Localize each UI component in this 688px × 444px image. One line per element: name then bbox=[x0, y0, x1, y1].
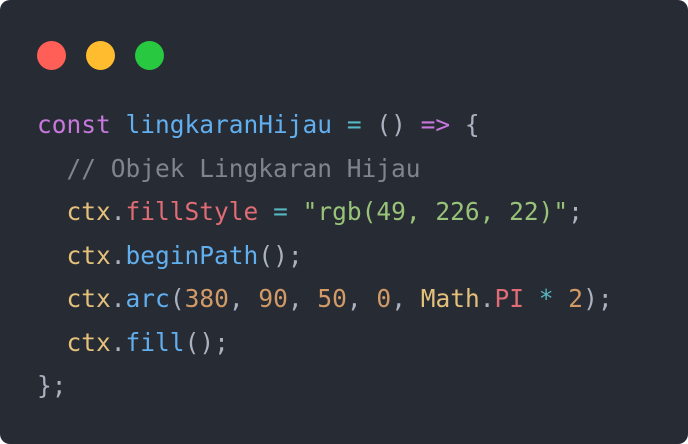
code-token: ctx bbox=[66, 240, 111, 270]
code-token: . bbox=[110, 240, 126, 270]
code-token: PI bbox=[494, 284, 524, 313]
code-line: // Objek Lingkaran Hijau bbox=[37, 147, 613, 191]
code-token: arc bbox=[125, 284, 170, 313]
code-line: }; bbox=[37, 364, 613, 408]
code-token: . bbox=[110, 284, 126, 313]
code-line: ctx.arc(380, 90, 50, 0, Math.PI * 2); bbox=[37, 277, 613, 321]
code-token: 380 bbox=[184, 284, 229, 313]
code-block: const lingkaranHijau = () => { // Objek … bbox=[37, 103, 613, 408]
code-token: 90 bbox=[258, 284, 288, 313]
code-token: 50 bbox=[317, 284, 347, 313]
code-token: . bbox=[479, 284, 495, 313]
close-dot-icon[interactable] bbox=[37, 41, 66, 70]
code-token: = bbox=[346, 110, 362, 139]
code-token: { bbox=[450, 110, 480, 139]
code-token: => bbox=[420, 110, 451, 139]
code-line: const lingkaranHijau = () => { bbox=[37, 103, 613, 147]
code-token: (); bbox=[184, 327, 229, 357]
code-token: = bbox=[273, 197, 288, 226]
code-token: lingkaranHijau bbox=[125, 110, 333, 139]
code-token: ctx bbox=[66, 197, 111, 226]
code-token: () bbox=[361, 110, 421, 139]
code-line: ctx.beginPath(); bbox=[37, 234, 613, 278]
code-token: ; bbox=[568, 197, 583, 226]
code-token: fill bbox=[125, 327, 185, 357]
code-token: 2 bbox=[568, 284, 584, 313]
window-controls bbox=[37, 41, 164, 70]
minimize-dot-icon[interactable] bbox=[86, 41, 115, 70]
code-token: "rgb(49, 226, 22)" bbox=[302, 197, 569, 226]
code-token: , bbox=[391, 284, 421, 313]
code-token: ); bbox=[583, 284, 613, 313]
code-line: ctx.fill(); bbox=[37, 321, 613, 365]
code-token: . bbox=[110, 197, 126, 226]
code-token: , bbox=[228, 284, 259, 313]
code-token: ( bbox=[169, 284, 185, 313]
code-line: ctx.fillStyle = "rgb(49, 226, 22)"; bbox=[37, 190, 613, 234]
code-token: 0 bbox=[376, 284, 392, 313]
code-window: const lingkaranHijau = () => { // Objek … bbox=[0, 0, 688, 444]
code-token: ctx bbox=[66, 284, 111, 313]
code-token: }; bbox=[37, 371, 67, 400]
code-token: ctx bbox=[66, 327, 111, 357]
code-token: (); bbox=[258, 240, 303, 270]
code-token: * bbox=[538, 284, 554, 313]
code-token: fillStyle bbox=[125, 197, 259, 226]
maximize-dot-icon[interactable] bbox=[135, 41, 164, 70]
code-token: , bbox=[287, 284, 318, 313]
code-token: beginPath bbox=[125, 240, 259, 270]
code-token: . bbox=[110, 327, 126, 357]
code-token: , bbox=[346, 284, 377, 313]
code-token: // Objek Lingkaran Hijau bbox=[37, 153, 421, 183]
code-token: Math bbox=[420, 284, 480, 313]
code-token: const bbox=[37, 110, 111, 139]
